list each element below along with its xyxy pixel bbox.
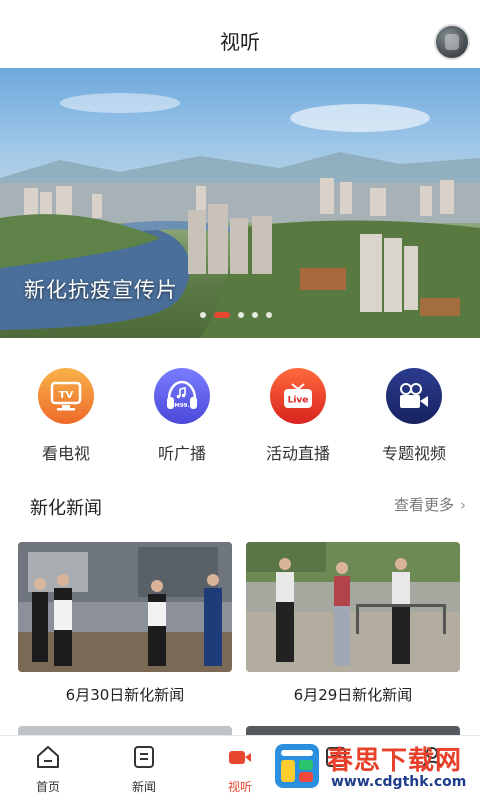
news-thumbnail (18, 542, 232, 672)
menu-item-watch-tv[interactable]: TV 看电视 (8, 360, 124, 470)
menu-label: 活动直播 (265, 444, 330, 463)
watermark-url: www.cdgthk.com (331, 774, 467, 790)
chevron-right-icon: › (460, 496, 466, 514)
menu-item-live[interactable]: Live 活动直播 (240, 360, 356, 470)
news-card[interactable]: 6月30日新化新闻 (18, 542, 232, 705)
radio-headphones-icon: FM99.9 (154, 368, 210, 424)
carousel-dot[interactable] (200, 312, 206, 318)
carousel-dot[interactable] (266, 312, 272, 318)
tab-news[interactable]: 新闻 (96, 736, 192, 800)
watermark-logo (275, 744, 319, 788)
top-bar: 视听 (0, 0, 480, 68)
banner-carousel[interactable]: 新化抗疫宣传片 (0, 68, 480, 338)
carousel-dot[interactable] (238, 312, 244, 318)
news-caption: 6月29日新化新闻 (293, 686, 413, 704)
tv-icon: TV (38, 368, 94, 424)
site-watermark: 春思下载网 www.cdgthk.com (265, 732, 480, 800)
svg-text:FM99.9: FM99.9 (171, 403, 194, 409)
news-caption: 6月30日新化新闻 (65, 686, 185, 704)
watermark-brand: 春思下载网 (327, 746, 463, 776)
news-icon (134, 746, 154, 768)
view-more-link[interactable]: 查看更多 › (394, 494, 466, 515)
tab-label: 首页 (35, 780, 60, 794)
menu-item-listen-radio[interactable]: FM99.9 听广播 (124, 360, 240, 470)
user-avatar[interactable] (434, 24, 470, 60)
tab-label: 新闻 (131, 780, 156, 794)
carousel-indicator (200, 312, 272, 318)
menu-label: 看电视 (41, 444, 90, 463)
menu-label: 听广播 (157, 444, 206, 463)
feature-menu: TV 看电视 FM99.9 听广播 Live 活动直播 专题视频 (0, 360, 480, 470)
video-camera-icon (386, 368, 442, 424)
menu-item-topic-video[interactable]: 专题视频 (356, 360, 472, 470)
menu-label: 专题视频 (381, 444, 446, 463)
svg-text:TV: TV (59, 390, 74, 401)
tab-home[interactable]: 首页 (0, 736, 96, 800)
banner-caption: 新化抗疫宣传片 (24, 278, 178, 302)
home-icon (37, 746, 59, 768)
page-title: 视听 (220, 30, 260, 54)
section-title: 新化新闻 (30, 498, 102, 519)
app-root: 视听 新化抗疫宣传片 TV 看电视 FM99.9 听广播 Live 活动直播 专… (0, 0, 480, 800)
view-more-label: 查看更多 (393, 496, 454, 514)
news-thumbnail (246, 542, 460, 672)
news-card[interactable]: 6月29日新化新闻 (246, 542, 460, 705)
news-section-header: 新化新闻 查看更多 › (0, 490, 480, 522)
video-icon (229, 751, 251, 764)
svg-text:Live: Live (288, 396, 309, 406)
carousel-dot[interactable] (252, 312, 258, 318)
live-tv-icon: Live (270, 368, 326, 424)
carousel-dot-active[interactable] (214, 312, 230, 318)
